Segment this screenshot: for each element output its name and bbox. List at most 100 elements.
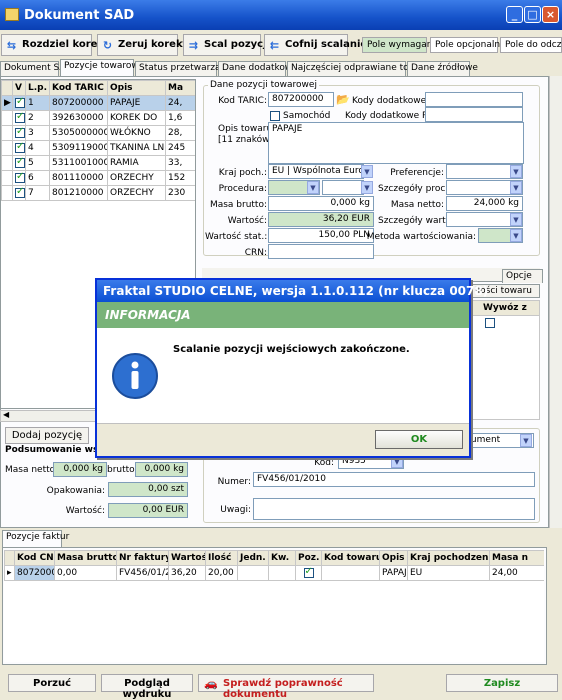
col-kod-cn[interactable]: Kod CN <box>14 550 55 566</box>
chevron-down-icon[interactable]: ▼ <box>510 213 522 226</box>
row-checkbox[interactable] <box>15 127 25 138</box>
dialog-title: Fraktal STUDIO CELNE, wersja 1.1.0.112 (… <box>97 280 488 302</box>
numer-label: Numer: <box>217 477 251 487</box>
tab-dane-zrodlowe[interactable]: Dane źródłowe <box>407 61 478 76</box>
tab-dokument-sad[interactable]: Dokument SAD <box>0 61 72 76</box>
chevron-down-icon[interactable]: ▼ <box>510 165 522 178</box>
row-pointer-icon: ▸ <box>4 565 15 581</box>
close-button[interactable]: × <box>542 6 559 23</box>
masa-netto-field[interactable]: 24,000 kg <box>446 196 523 211</box>
cancel-button[interactable]: Porzuć <box>8 674 96 692</box>
opis-towaru-field[interactable]: PAPAJE <box>268 122 524 164</box>
col-opis[interactable]: Opis <box>107 80 166 96</box>
add-position-button[interactable]: Dodaj pozycję <box>5 427 89 444</box>
info-dialog: Fraktal STUDIO CELNE, wersja 1.1.0.112 (… <box>95 278 488 458</box>
col-kw[interactable]: Kw. <box>268 550 296 566</box>
print-preview-button[interactable]: Podgląd wydruku <box>101 674 193 700</box>
wartosc-field[interactable]: 36,20 EUR <box>268 212 374 227</box>
row-checkbox[interactable] <box>15 97 25 108</box>
table-row[interactable]: 55311001000RAMIA33, <box>1 155 195 171</box>
summary-opakowania-label: Opakowania: <box>46 486 105 496</box>
kraj-select[interactable]: EU | Wspólnota Europejs <box>268 164 364 179</box>
table-row[interactable]: 6801110000ORZECHY152 <box>1 170 195 186</box>
kod-taric-label: Kod TARIC: <box>218 96 267 106</box>
summary-wartosc-label: Wartość: <box>65 506 105 516</box>
col-ilosc[interactable]: Ilość <box>205 550 238 566</box>
opis-towaru-label: Opis towaru: <box>218 124 276 134</box>
check-document-button[interactable]: 🚗 Sprawdź poprawność dokumentu <box>198 674 374 700</box>
chevron-down-icon[interactable]: ▼ <box>361 181 373 194</box>
tab-pozycje-faktur[interactable]: Pozycje faktur <box>2 530 69 547</box>
col-nr-faktury[interactable]: Nr faktury <box>116 550 169 566</box>
row-checkbox[interactable] <box>15 112 25 123</box>
split-correction-button[interactable]: ⇆ Rozdziel korektę <box>1 34 116 56</box>
table-row[interactable]: 7801210000ORZECHY230 <box>1 185 195 201</box>
table-row[interactable]: ▸ 8072000 0,00 FV456/01/20 36,20 20,00 P… <box>4 565 544 581</box>
col-ma[interactable]: Ma <box>165 80 195 96</box>
poz-checkbox[interactable] <box>303 567 314 578</box>
col-masa-brutto[interactable]: Masa brutto <box>54 550 117 566</box>
uwagi-field[interactable] <box>253 498 535 520</box>
tab-pozycje-towarowe[interactable]: Pozycje towarowe <box>60 59 144 76</box>
masa-netto-label: Masa netto: <box>390 200 444 210</box>
col-kod-towaru[interactable]: Kod towaru <box>321 550 380 566</box>
procedura-label: Procedura: <box>218 184 267 194</box>
table-row[interactable]: 45309119000TKANINA LNIANA245 <box>1 140 195 156</box>
tab-status[interactable]: Status przetwarzania <box>135 61 234 76</box>
col-opis[interactable]: Opis <box>379 550 408 566</box>
masa-brutto-field[interactable]: 0,000 kg <box>268 196 374 211</box>
col-poz[interactable]: Poz. <box>295 550 322 566</box>
col-jedn[interactable]: Jedn. <box>237 550 269 566</box>
procedura-select-2[interactable] <box>322 180 364 195</box>
col-masa-n[interactable]: Masa n <box>489 550 544 566</box>
col-v[interactable]: V <box>12 80 26 96</box>
main-vscrollbar[interactable] <box>549 76 562 528</box>
row-checkbox[interactable] <box>15 157 25 168</box>
crn-label: CRN: <box>244 248 267 258</box>
kody-dodatkowe-field[interactable] <box>425 92 523 107</box>
masa-brutto-label: Masa brutto: <box>209 200 267 210</box>
kraj-label: Kraj poch.: <box>218 168 267 178</box>
merge-positions-button[interactable]: ⇉ Scal pozycje <box>183 34 273 56</box>
kody-dodatkowe-pl-field[interactable] <box>425 107 523 122</box>
kod-label: Kod: <box>314 458 334 468</box>
merge-icon: ⇉ <box>188 39 199 52</box>
ok-button[interactable]: OK <box>375 430 463 449</box>
samochod-checkbox[interactable] <box>270 111 280 121</box>
summary-brutto-label: brutto: <box>107 465 138 475</box>
save-button[interactable]: Zapisz <box>446 674 558 692</box>
opis-chars-count: [11 znaków] <box>218 135 274 145</box>
tab-opcje[interactable]: Opcje <box>502 269 543 283</box>
maximize-button[interactable]: □ <box>524 6 541 23</box>
chevron-down-icon[interactable]: ▼ <box>510 229 522 242</box>
chevron-down-icon[interactable]: ▼ <box>510 181 522 194</box>
minimize-button[interactable]: _ <box>506 6 523 23</box>
crn-field[interactable] <box>268 244 374 259</box>
wywoz-checkbox[interactable] <box>485 318 495 328</box>
table-row[interactable]: 2392630000KOREK DO1,6 <box>1 110 195 126</box>
col-lp[interactable]: L.p. <box>25 80 50 96</box>
row-checkbox[interactable] <box>15 172 25 183</box>
numer-field[interactable]: FV456/01/2010 <box>253 472 535 487</box>
kod-taric-field[interactable]: 807200000 <box>268 92 334 107</box>
col-kraj[interactable]: Kraj pochodzenia <box>407 550 490 566</box>
chevron-down-icon[interactable]: ▼ <box>361 165 373 178</box>
tab-dane-dodatkowe[interactable]: Dane dodatkowe <box>218 61 298 76</box>
invoice-table: Kod CN Masa brutto Nr faktury Wartość Il… <box>4 550 544 662</box>
folder-open-icon[interactable]: 📂 <box>336 93 350 106</box>
reset-corrections-button[interactable]: ↻ Zeruj korekty <box>97 34 194 56</box>
chevron-down-icon[interactable]: ▼ <box>520 434 532 447</box>
dialog-body: Scalanie pozycji wejściowych zakończone. <box>97 328 469 424</box>
row-checkbox[interactable] <box>15 187 25 198</box>
chevron-down-icon[interactable]: ▼ <box>307 181 319 194</box>
row-checkbox[interactable] <box>15 142 25 153</box>
col-taric[interactable]: Kod TARIC <box>49 80 108 96</box>
summary-wartosc: 0,00 EUR <box>108 503 188 518</box>
szczegoly-wart-label: Szczegóły wart.: <box>378 216 452 226</box>
table-row[interactable]: ▶ 1807200000PAPAJE24, <box>1 95 195 111</box>
undo-merge-button[interactable]: ⇇ Cofnij scalanie <box>264 34 367 56</box>
tab-najczesciej[interactable]: Najczęściej odprawiane towary <box>287 61 431 76</box>
table-row[interactable]: 35305000000WŁÓKNO28, <box>1 125 195 141</box>
col-wartosc[interactable]: Wartość <box>168 550 206 566</box>
window-title: Dokument SAD <box>24 8 135 23</box>
